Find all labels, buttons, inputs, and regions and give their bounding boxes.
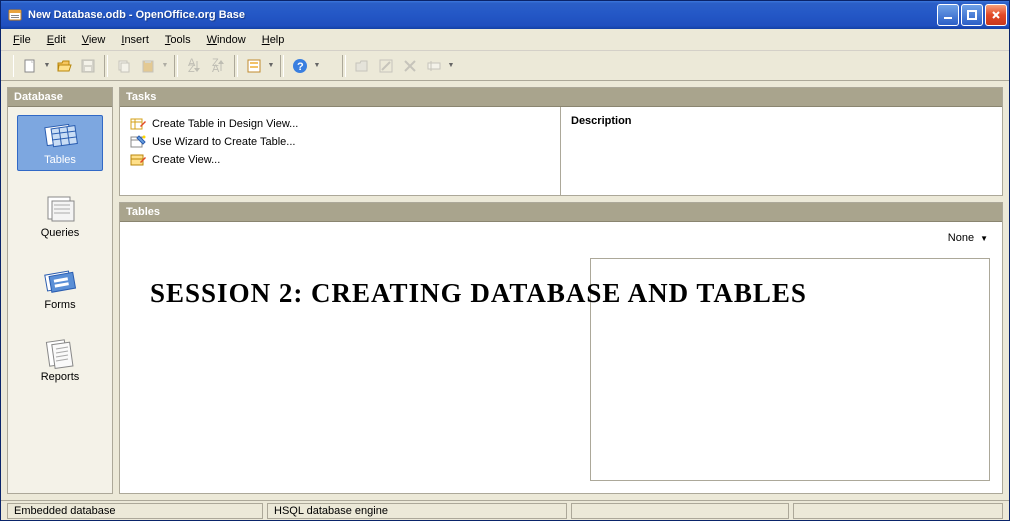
maximize-button[interactable] [961,4,983,26]
status-bar: Embedded database HSQL database engine [1,500,1009,520]
reports-icon [40,337,80,369]
sidebar-body: Tables Queries Forms Reports [8,107,112,493]
copy-button[interactable] [113,55,135,77]
menu-tools[interactable]: Tools [157,32,199,48]
sidebar-item-tables[interactable]: Tables [17,115,103,171]
help-dropdown[interactable]: ▼ [313,55,321,77]
sidebar-header: Database [8,88,112,107]
open-button[interactable] [53,55,75,77]
status-db-type: Embedded database [7,503,263,519]
tasks-list: Create Table in Design View... Use Wizar… [120,107,560,195]
save-button[interactable] [77,55,99,77]
menu-bar: File Edit View Insert Tools Window Help [1,29,1009,51]
task-use-wizard[interactable]: Use Wizard to Create Table... [130,133,550,151]
preview-mode-label: None [948,232,974,244]
form-button[interactable] [243,55,265,77]
status-empty1 [571,503,789,519]
paste-button[interactable] [137,55,159,77]
queries-icon [40,193,80,225]
tasks-panel: Tasks Create Table in Design View... Use… [119,87,1003,196]
status-empty2 [793,503,1003,519]
sidebar-item-label: Tables [44,154,76,166]
main-area: Database Tables Queries Forms Reports Ta [1,81,1009,500]
app-icon [7,7,23,23]
tasks-body: Create Table in Design View... Use Wizar… [120,107,1002,195]
sidebar-item-label: Reports [41,371,80,383]
task-label: Use Wizard to Create Table... [152,136,295,148]
tables-icon [40,120,80,152]
sort-asc-button[interactable]: AZ [183,55,205,77]
tb-open-folder[interactable] [351,55,373,77]
sidebar-item-forms[interactable]: Forms [17,261,103,315]
sidebar-item-label: Forms [44,299,75,311]
menu-edit[interactable]: Edit [39,32,74,48]
right-column: Tasks Create Table in Design View... Use… [119,87,1003,494]
tb-edit-button[interactable] [375,55,397,77]
minimize-button[interactable] [937,4,959,26]
task-label: Create View... [152,154,220,166]
sort-desc-button[interactable]: ZA [207,55,229,77]
preview-mode-dropdown[interactable]: None ▼ [948,232,988,244]
task-create-view[interactable]: Create View... [130,151,550,169]
help-button[interactable]: ? [289,55,311,77]
new-button[interactable] [19,55,41,77]
design-view-icon [130,116,146,132]
toolbar: ▼ ▼ AZ ZA ▼ ? ▼ ▼ [1,51,1009,81]
window-controls [937,4,1007,26]
sidebar: Database Tables Queries Forms Reports [7,87,113,494]
close-button[interactable] [985,4,1007,26]
description-label: Description [571,115,992,127]
menu-help[interactable]: Help [254,32,293,48]
sidebar-item-queries[interactable]: Queries [17,189,103,243]
sidebar-item-reports[interactable]: Reports [17,333,103,387]
description-column: Description [560,107,1002,195]
svg-text:A: A [212,63,220,74]
forms-icon [40,265,80,297]
new-dropdown[interactable]: ▼ [43,55,51,77]
menu-window[interactable]: Window [199,32,254,48]
title-bar: New Database.odb - OpenOffice.org Base [1,1,1009,29]
paste-dropdown[interactable]: ▼ [161,55,169,77]
wizard-icon [130,134,146,150]
tables-body: None ▼ Session 2: creating database and … [120,222,1002,493]
tables-panel: Tables None ▼ Session 2: creating databa… [119,202,1003,494]
task-label: Create Table in Design View... [152,118,298,130]
tb-delete-button[interactable] [399,55,421,77]
overlay-caption: Session 2: creating database and tables [150,278,992,309]
chevron-down-icon: ▼ [980,234,988,243]
tb2-dropdown[interactable]: ▼ [447,55,455,77]
menu-insert[interactable]: Insert [113,32,157,48]
svg-text:?: ? [297,61,304,73]
menu-file[interactable]: File [5,32,39,48]
menu-view[interactable]: View [74,32,114,48]
tasks-header: Tasks [120,88,1002,107]
svg-text:Z: Z [188,63,195,74]
window-title: New Database.odb - OpenOffice.org Base [28,9,937,21]
status-engine: HSQL database engine [267,503,567,519]
sidebar-item-label: Queries [41,227,80,239]
form-dropdown[interactable]: ▼ [267,55,275,77]
tb-rename-button[interactable] [423,55,445,77]
create-view-icon [130,152,146,168]
task-create-design[interactable]: Create Table in Design View... [130,115,550,133]
tables-header: Tables [120,203,1002,222]
